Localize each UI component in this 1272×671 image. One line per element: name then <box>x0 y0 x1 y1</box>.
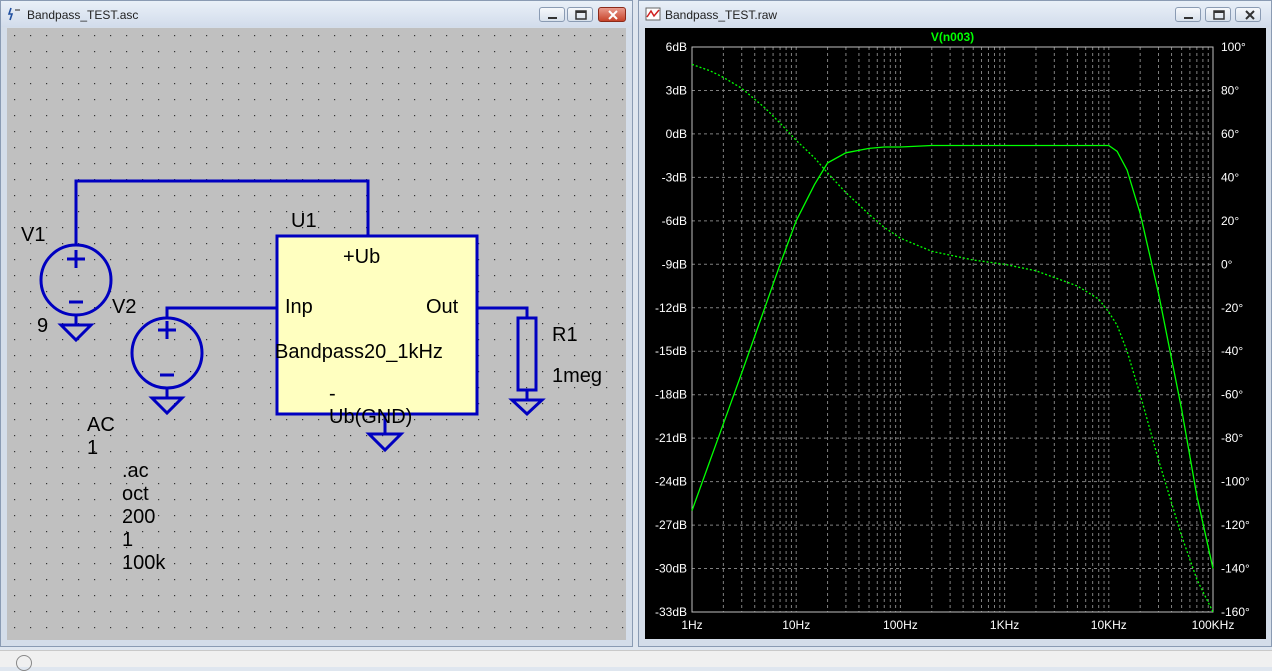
v1-value-label[interactable]: 9 <box>37 315 48 338</box>
schematic-window-title: Bandpass_TEST.asc <box>27 8 139 22</box>
u1-name-label[interactable]: U1 <box>291 210 317 233</box>
magnitude-trace <box>691 144 1214 569</box>
y-right-tick-label: 0° <box>1221 257 1233 271</box>
x-tick-label: 1KHz <box>990 618 1019 632</box>
y-left-tick-label: -30dB <box>655 562 687 576</box>
minimize-icon <box>548 17 557 19</box>
close-button[interactable] <box>598 7 626 22</box>
restore-icon <box>575 10 587 20</box>
x-tick-label: 100Hz <box>883 618 918 632</box>
r1-value-label[interactable]: 1meg <box>552 365 602 388</box>
schematic-canvas[interactable] <box>7 28 626 640</box>
minimize-icon <box>1184 17 1193 19</box>
status-icon <box>16 655 32 671</box>
y-left-tick-label: -15dB <box>655 344 687 358</box>
schematic-titlebar[interactable]: Bandpass_TEST.asc <box>1 1 632 27</box>
waveform-titlebar[interactable]: Bandpass_TEST.raw <box>639 1 1271 27</box>
y-right-tick-label: 20° <box>1221 214 1239 228</box>
ltspice-schematic-icon <box>7 7 20 21</box>
spice-directive[interactable]: .ac oct 200 1 100k <box>122 460 165 575</box>
u1-value-label[interactable]: Bandpass20_1kHz <box>275 341 443 364</box>
plot-pane[interactable]: 6dB 3dB 0dB -3dB -6dB -9dB -12dB -15dB -18dB -21d… <box>645 28 1266 639</box>
y-left-tick-label: 3dB <box>666 83 687 97</box>
close-icon <box>608 10 618 20</box>
x-tick-label: 100KHz <box>1192 618 1235 632</box>
y-left-tick-label: -18dB <box>655 388 687 402</box>
close-icon <box>1245 10 1255 20</box>
restore-icon <box>1213 10 1225 20</box>
v2-value-label[interactable]: AC 1 <box>87 414 115 460</box>
u1-pin-gnd-label: -Ub(GND) <box>329 383 413 428</box>
y-left-tick-label: -12dB <box>655 301 687 315</box>
y-left-tick-label: -9dB <box>662 257 687 271</box>
y-left-tick-label: -33dB <box>655 605 687 619</box>
u1-pin-inp-label: Inp <box>285 296 313 318</box>
plot-frame <box>691 46 1214 613</box>
y-right-tick-label: 60° <box>1221 127 1239 141</box>
u1-pin-ub-label: +Ub <box>343 246 381 268</box>
y-left-tick-label: -21dB <box>655 431 687 445</box>
y-left-tick-label: -3dB <box>662 170 687 184</box>
y-right-tick-label: -20° <box>1221 301 1243 315</box>
bode-plot[interactable]: 6dB 3dB 0dB -3dB -6dB -9dB -12dB -15dB -18dB -21d… <box>645 28 1266 639</box>
y-left-tick-label: 6dB <box>666 40 687 54</box>
y-left-tick-label: -27dB <box>655 518 687 532</box>
v2-name-label[interactable]: V2 <box>112 296 136 319</box>
schematic-window[interactable]: Bandpass_TEST.asc V1 9 V2 AC 1 U1 +Ub In… <box>0 0 633 647</box>
y-right-tick-label: -60° <box>1221 388 1243 402</box>
schematic-canvas-area[interactable]: V1 9 V2 AC 1 U1 +Ub Inp Out Bandpass20_1… <box>7 28 626 640</box>
phase-trace <box>691 63 1214 613</box>
y-left-tick-label: 0dB <box>666 127 687 141</box>
y-left-tick-label: -6dB <box>662 214 687 228</box>
minimize-button[interactable] <box>539 7 565 22</box>
x-tick-label: 10KHz <box>1091 618 1127 632</box>
x-tick-label: 10Hz <box>782 618 810 632</box>
close-button[interactable] <box>1235 7 1261 22</box>
y-right-tick-label: 100° <box>1221 40 1246 54</box>
x-tick-label: 1Hz <box>681 618 702 632</box>
waveform-window[interactable]: Bandpass_TEST.raw 6dB 3dB 0dB -3dB -6dB -9dB -… <box>638 0 1272 647</box>
waveform-icon <box>645 7 661 21</box>
y-right-tick-label: -40° <box>1221 344 1243 358</box>
y-right-tick-label: 80° <box>1221 83 1239 97</box>
y-right-tick-label: 40° <box>1221 170 1239 184</box>
y-right-tick-label: -80° <box>1221 431 1243 445</box>
u1-pin-out-label: Out <box>426 296 459 318</box>
minimize-button[interactable] <box>1175 7 1201 22</box>
status-bar <box>0 650 1272 671</box>
waveform-window-title: Bandpass_TEST.raw <box>665 8 778 22</box>
y-right-tick-label: -160° <box>1221 605 1250 619</box>
restore-button[interactable] <box>1205 7 1231 22</box>
y-left-tick-label: -24dB <box>655 475 687 489</box>
restore-button[interactable] <box>567 7 593 22</box>
y-right-tick-label: -140° <box>1221 562 1250 576</box>
trace-label: V(n003) <box>931 30 974 44</box>
y-right-tick-label: -120° <box>1221 518 1250 532</box>
r1-name-label[interactable]: R1 <box>552 324 578 347</box>
y-right-tick-label: -100° <box>1221 475 1250 489</box>
v1-name-label[interactable]: V1 <box>21 224 45 247</box>
